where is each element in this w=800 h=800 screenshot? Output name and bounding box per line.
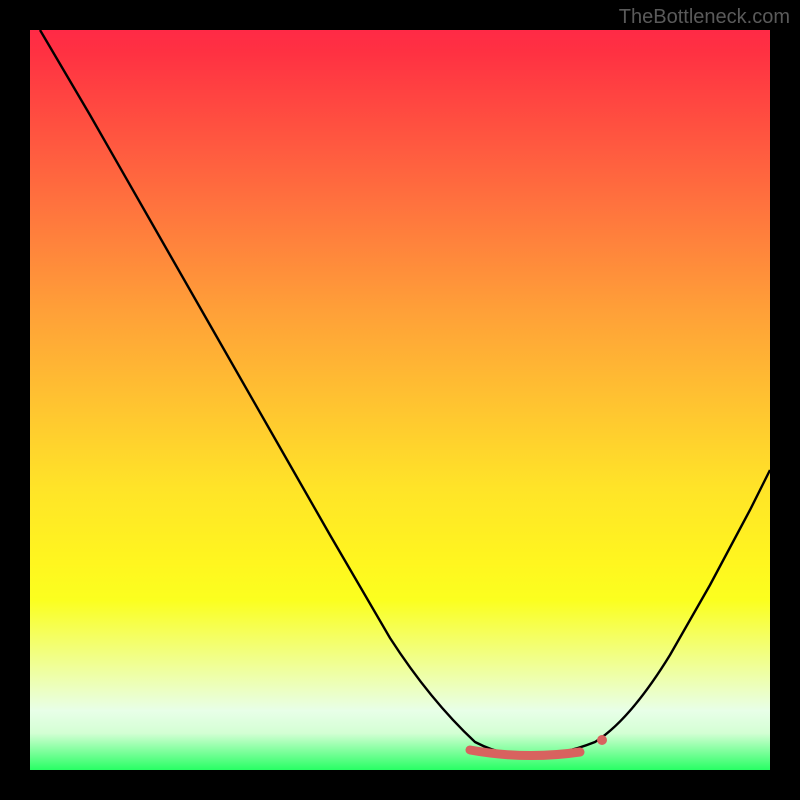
bottleneck-curve <box>40 30 770 756</box>
chart-svg <box>30 30 770 770</box>
optimal-range-marker <box>470 750 580 756</box>
marker-dot <box>597 735 607 745</box>
plot-area <box>30 30 770 770</box>
attribution-text: TheBottleneck.com <box>619 6 790 29</box>
